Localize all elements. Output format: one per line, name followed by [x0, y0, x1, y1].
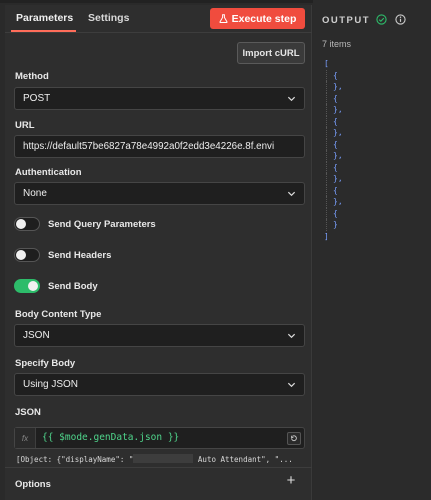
json-preview-end: Auto Attendant", "...: [193, 455, 293, 464]
open-editor-icon[interactable]: [287, 432, 301, 445]
json-object-close: },: [333, 105, 343, 114]
chevron-down-icon: [287, 189, 296, 198]
parameters-panel: Parameters Settings Execute step Import …: [5, 5, 312, 500]
authentication-select[interactable]: None: [14, 182, 305, 205]
json-object-open[interactable]: {: [333, 117, 338, 126]
send-headers-label: Send Headers: [48, 249, 112, 261]
specify-body-select[interactable]: Using JSON: [14, 373, 305, 396]
chevron-down-icon: [287, 331, 296, 340]
tab-parameters[interactable]: Parameters: [16, 12, 73, 24]
method-label: Method: [15, 71, 49, 82]
options-label: Options: [15, 479, 51, 490]
json-object-close: },: [333, 174, 343, 183]
body-content-type-value: JSON: [23, 330, 50, 341]
url-value: https://default57be6827a78e4992a0f2edd3e…: [23, 141, 275, 152]
specify-body-label: Specify Body: [15, 358, 76, 369]
send-body-row: Send Body: [14, 278, 98, 294]
send-headers-row: Send Headers: [14, 247, 111, 263]
json-object-open[interactable]: {: [333, 71, 338, 80]
json-object-close: },: [333, 128, 343, 137]
send-query-parameters-toggle[interactable]: [14, 217, 40, 231]
send-body-label: Send Body: [48, 280, 98, 292]
url-input[interactable]: https://default57be6827a78e4992a0f2edd3e…: [14, 135, 305, 158]
check-circle-icon: [376, 14, 387, 25]
output-json-view: [ { }, { }, { }, { }, { }, { }, { } ]: [324, 58, 343, 242]
json-object-close: },: [333, 197, 343, 206]
json-object-open[interactable]: {: [333, 209, 338, 218]
output-items-count: 7 items: [322, 39, 352, 49]
execute-step-button[interactable]: Execute step: [210, 8, 305, 29]
info-icon[interactable]: [395, 14, 406, 25]
json-object-close: },: [333, 151, 343, 160]
output-panel: OUTPUT 7 items [ { }, { }, { }, { }, { }…: [313, 0, 431, 500]
expression-fx-icon: fx: [15, 428, 36, 448]
send-headers-toggle[interactable]: [14, 248, 40, 262]
chevron-down-icon: [287, 380, 296, 389]
json-open-bracket: [: [324, 59, 329, 68]
send-body-toggle[interactable]: [14, 279, 40, 293]
flask-icon: [219, 14, 228, 23]
method-select[interactable]: POST: [14, 87, 305, 110]
json-object-close: },: [333, 82, 343, 91]
url-label: URL: [15, 120, 35, 131]
body-content-type-label: Body Content Type: [15, 309, 102, 320]
json-object-close-last: }: [333, 220, 338, 229]
redacted-text: [133, 454, 194, 463]
add-option-icon[interactable]: +: [284, 473, 298, 488]
json-result-preview: [Object: {"displayName": " Auto Attendan…: [16, 454, 293, 464]
authentication-label: Authentication: [15, 167, 82, 178]
json-object-open[interactable]: {: [333, 186, 338, 195]
panel-tabs: Parameters Settings Execute step: [5, 5, 312, 33]
json-object-open[interactable]: {: [333, 163, 338, 172]
json-object-open[interactable]: {: [333, 140, 338, 149]
specify-body-value: Using JSON: [23, 379, 79, 390]
tab-settings[interactable]: Settings: [88, 12, 129, 24]
execute-step-label: Execute step: [231, 12, 297, 25]
options-section: Options +: [5, 467, 312, 500]
json-preview-start: [Object: {"displayName": ": [16, 455, 134, 464]
json-expression-value[interactable]: {{ $mode.genData.json }}: [42, 432, 179, 443]
send-query-parameters-row: Send Query Parameters: [14, 216, 156, 232]
json-close-bracket: ]: [324, 231, 329, 241]
json-expression-input[interactable]: fx {{ $mode.genData.json }}: [14, 427, 305, 449]
active-tab-indicator: [11, 30, 76, 32]
chevron-down-icon: [287, 94, 296, 103]
body-content-type-select[interactable]: JSON: [14, 324, 305, 347]
send-query-parameters-label: Send Query Parameters: [48, 218, 156, 230]
import-curl-button[interactable]: Import cURL: [237, 42, 305, 64]
json-label: JSON: [15, 407, 41, 418]
output-title: OUTPUT: [322, 15, 371, 26]
authentication-value: None: [23, 188, 47, 199]
json-object-open[interactable]: {: [333, 94, 338, 103]
method-value: POST: [23, 93, 51, 104]
